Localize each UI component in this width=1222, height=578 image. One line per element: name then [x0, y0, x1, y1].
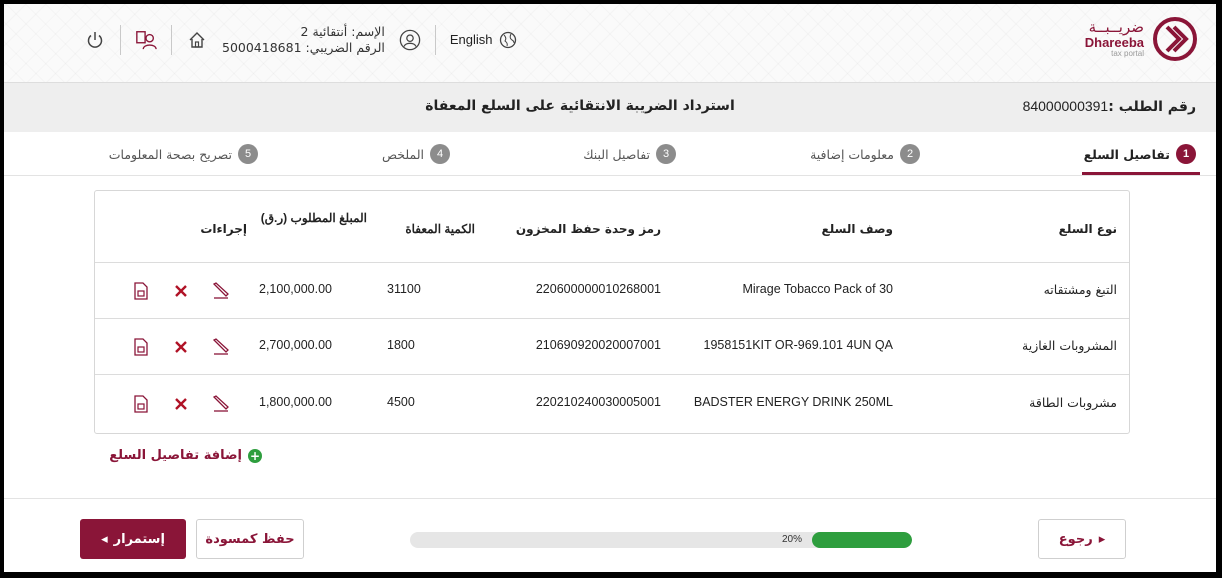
view-document-icon[interactable]	[131, 281, 151, 301]
active-step-indicator	[1082, 172, 1200, 175]
back-button-label: رجوع	[1058, 531, 1093, 547]
goods-description-cell: Mirage Tobacco Pack of 30	[742, 282, 893, 296]
divider	[120, 24, 121, 55]
sku-cell: 210690920020007001	[535, 338, 661, 352]
save-draft-label: حفظ كمسودة	[205, 531, 295, 547]
divider	[171, 24, 172, 55]
step-label: تفاصيل السلع	[1083, 146, 1170, 162]
table-row: التبغ ومشتقاته Mirage Tobacco Pack of 30…	[95, 263, 1129, 319]
plus-icon: +	[248, 448, 262, 463]
row-actions	[131, 337, 231, 357]
user-icon[interactable]	[399, 29, 421, 51]
step-bank-details[interactable]: 3 تفاصيل البنك	[583, 144, 676, 164]
logo-english-text: Dhareeba	[1084, 34, 1144, 50]
sku-cell: 220600000010268001	[535, 282, 661, 296]
step-declaration[interactable]: 5 تصريح بصحة المعلومات	[109, 144, 258, 164]
progress-fill	[811, 532, 912, 548]
quantity-cell: 4500	[387, 395, 415, 409]
power-icon[interactable]	[84, 29, 106, 51]
step-label: الملخص	[381, 146, 424, 162]
amount-cell: 2,700,000.00	[259, 338, 332, 352]
goods-table: نوع السلع وصف السلع رمز وحدة حفظ المخزون…	[94, 190, 1130, 434]
goods-type-cell: مشروبات الطاقة	[1029, 395, 1117, 410]
header-goods-type: نوع السلع	[1058, 222, 1117, 236]
user-name: الإسم: أنتقائية 2	[300, 24, 385, 39]
wizard-steps: 1 تفاصيل السلع 2 معلومات إضافية 3 تفاصيل…	[4, 132, 1216, 176]
step-number: 3	[656, 144, 676, 164]
header-goods-description: وصف السلع	[821, 222, 893, 236]
footer-bar: ▸ رجوع 20% حفظ كمسودة إستمرار ◂	[4, 498, 1216, 572]
divider	[434, 24, 436, 55]
page-title: استرداد الضريبة الانتقائية على السلع الم…	[425, 98, 735, 114]
step-label: معلومات إضافية	[810, 146, 894, 162]
logo-arabic-text: ضريــبــة	[1088, 18, 1144, 37]
user-info: الإسم: أنتقائية 2 الرقم الضريبي: 5000418…	[222, 24, 385, 55]
step-label: تصريح بصحة المعلومات	[108, 146, 232, 162]
delete-icon[interactable]	[171, 337, 191, 357]
edit-icon[interactable]	[211, 337, 231, 357]
goods-description-cell: 1958151KIT OR-969.101 4UN QA	[703, 338, 893, 352]
add-goods-label: إضافة تفاصيل السلع	[109, 448, 242, 463]
row-actions	[131, 394, 231, 414]
table-header-row: نوع السلع وصف السلع رمز وحدة حفظ المخزون…	[95, 191, 1129, 263]
edit-icon[interactable]	[211, 281, 231, 301]
header-sku: رمز وحدة حفظ المخزون	[515, 222, 661, 236]
continue-button[interactable]: إستمرار ◂	[80, 519, 186, 559]
dhareeba-logo-icon	[1153, 17, 1197, 61]
home-icon[interactable]	[186, 29, 208, 51]
row-actions	[131, 281, 231, 301]
title-bar: رقم الطلب :84000000391 استرداد الضريبة ا…	[4, 82, 1216, 132]
users-icon[interactable]	[135, 29, 157, 51]
back-button[interactable]: ▸ رجوع	[1038, 519, 1126, 559]
globe-icon	[499, 31, 516, 48]
language-label: English	[449, 32, 493, 48]
save-draft-button[interactable]: حفظ كمسودة	[196, 519, 304, 559]
tax-number: الرقم الضريبي: 5000418681	[222, 39, 385, 55]
step-summary[interactable]: 4 الملخص	[382, 144, 450, 164]
quantity-cell: 31100	[387, 282, 421, 296]
top-header: ضريــبــة Dhareeba tax portal الإسم: أنت…	[4, 4, 1216, 82]
progress-label: 20%	[782, 534, 803, 545]
header-exempt-quantity: الكمية المعفاة	[405, 222, 475, 236]
table-row: المشروبات الغازية 1958151KIT OR-969.101 …	[95, 319, 1129, 375]
progress-bar: 20%	[410, 532, 912, 548]
caret-right-icon: ▸	[1098, 531, 1106, 547]
header-requested-amount: المبلغ المطلوب (ر.ق)	[260, 211, 367, 225]
goods-type-cell: التبغ ومشتقاته	[1043, 282, 1117, 297]
add-goods-details-link[interactable]: + إضافة تفاصيل السلع	[109, 448, 262, 463]
step-goods-details[interactable]: 1 تفاصيل السلع	[1084, 144, 1196, 164]
step-number: 5	[238, 144, 258, 164]
app-frame: ضريــبــة Dhareeba tax portal الإسم: أنت…	[4, 4, 1216, 572]
language-switch[interactable]: English	[450, 31, 517, 49]
view-document-icon[interactable]	[131, 337, 151, 357]
step-label: تفاصيل البنك	[583, 146, 650, 162]
step-additional-info[interactable]: 2 معلومات إضافية	[810, 144, 920, 164]
step-number: 4	[430, 144, 450, 164]
dhareeba-logo[interactable]: ضريــبــة Dhareeba tax portal	[1085, 16, 1198, 62]
view-document-icon[interactable]	[131, 394, 151, 414]
goods-description-cell: BADSTER ENERGY DRINK 250ML	[693, 395, 893, 409]
amount-cell: 1,800,000.00	[259, 395, 332, 409]
delete-icon[interactable]	[171, 281, 191, 301]
edit-icon[interactable]	[211, 394, 231, 414]
amount-cell: 2,100,000.00	[259, 282, 332, 296]
sku-cell: 220210240030005001	[535, 395, 661, 409]
header-toolbar: الإسم: أنتقائية 2 الرقم الضريبي: 5000418…	[84, 24, 517, 55]
logo-subtitle: tax portal	[1111, 48, 1144, 58]
step-number: 1	[1176, 144, 1196, 164]
goods-type-cell: المشروبات الغازية	[1022, 338, 1117, 353]
table-row: مشروبات الطاقة BADSTER ENERGY DRINK 250M…	[95, 375, 1129, 433]
delete-icon[interactable]	[171, 394, 191, 414]
continue-button-label: إستمرار	[113, 531, 165, 547]
caret-left-icon: ◂	[101, 531, 108, 547]
header-actions: إجراءات	[200, 222, 247, 236]
step-number: 2	[900, 144, 920, 164]
quantity-cell: 1800	[387, 338, 415, 352]
